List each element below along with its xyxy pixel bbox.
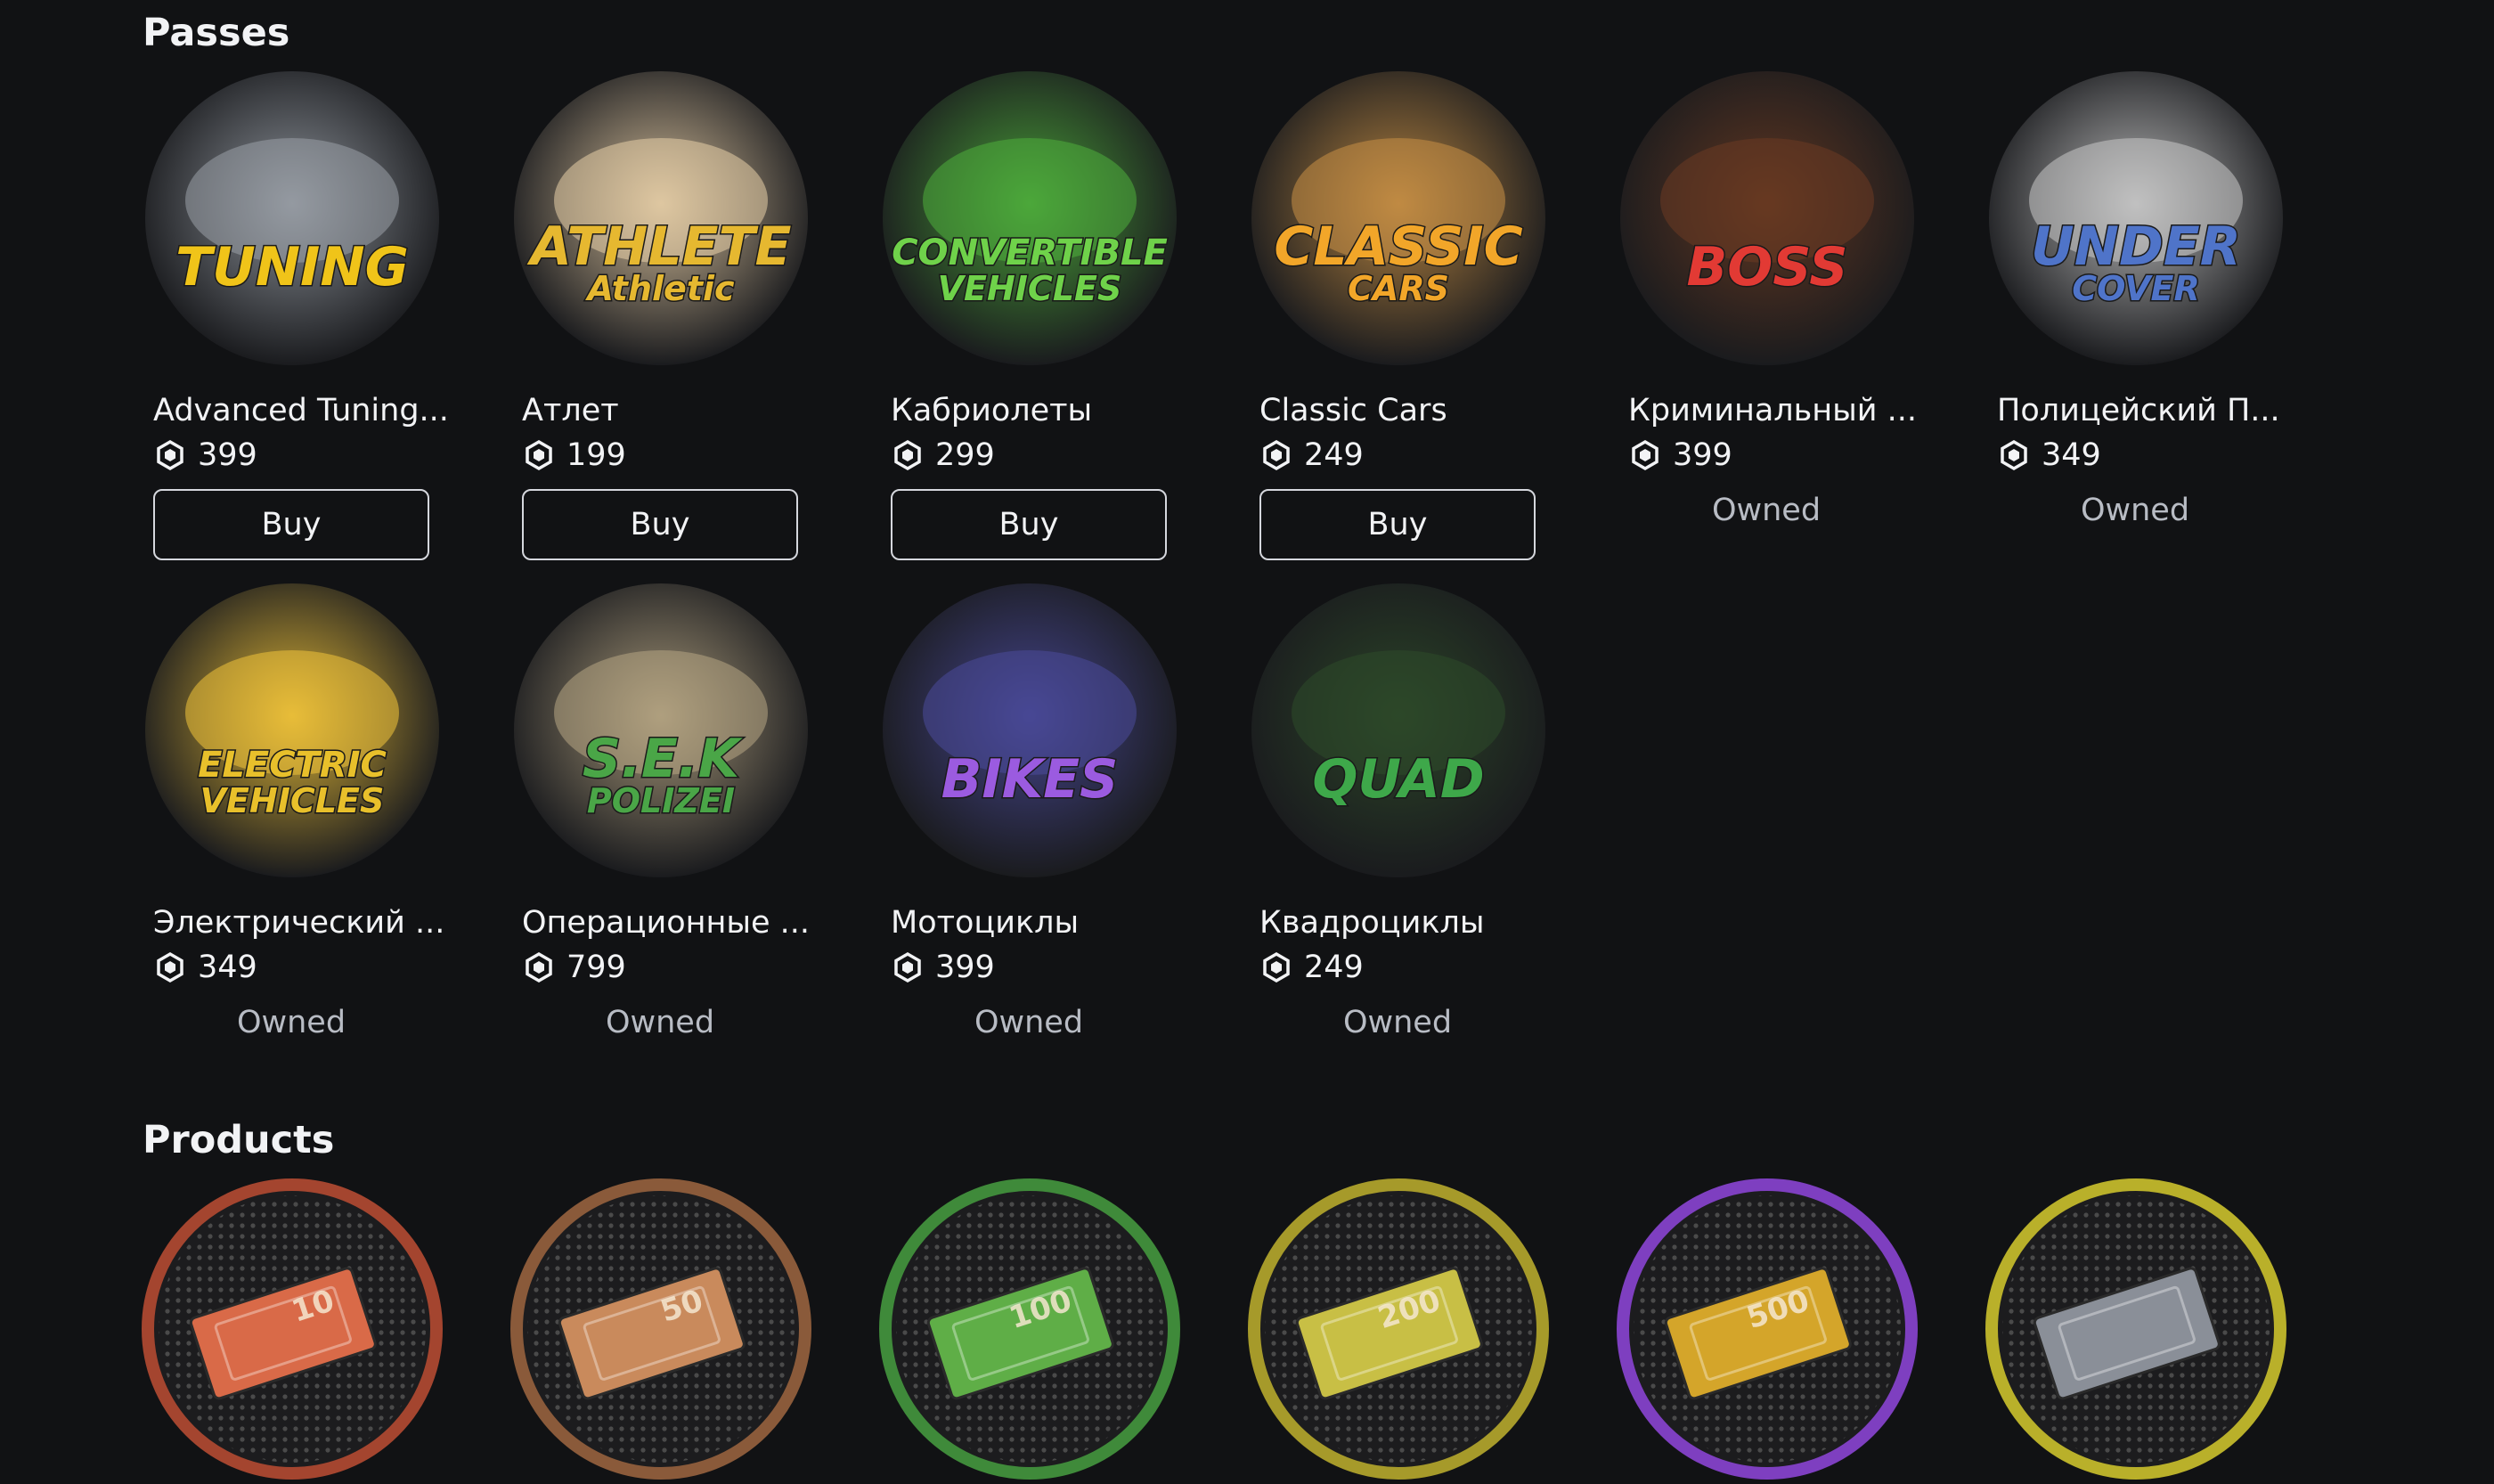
robux-icon	[2001, 440, 2027, 470]
pass-name[interactable]: Мотоциклы	[891, 905, 1185, 941]
product-card[interactable]: 100	[878, 1178, 1181, 1480]
pass-card[interactable]: ELECTRIC VEHICLES Электрический ... 349 Owne…	[141, 579, 444, 1040]
product-card[interactable]	[1985, 1178, 2287, 1480]
robux-icon	[526, 952, 552, 983]
pass-art-title: TUNING	[175, 236, 409, 298]
owned-label: Owned	[1342, 1005, 1453, 1040]
pass-art-subtitle: VEHICLES	[200, 781, 385, 820]
pass-art-subtitle: Athletic	[584, 269, 735, 308]
pass-name[interactable]: Classic Cars	[1259, 393, 1553, 428]
pass-price: 799	[524, 950, 812, 985]
price-value: 249	[1304, 437, 1364, 473]
pass-card[interactable]: BIKES Мотоциклы 399 Owned	[878, 579, 1181, 1040]
pass-art-subtitle: VEHICLES	[938, 269, 1122, 308]
pass-art-title: BIKES	[941, 748, 1119, 811]
buy-button[interactable]: Buy	[153, 489, 429, 560]
pass-card[interactable]: ATHLETE Athletic Атлет 199 Buy	[509, 67, 812, 560]
pass-price: 349	[155, 950, 444, 985]
robux-icon	[1632, 440, 1659, 470]
pass-card[interactable]: TUNING Advanced Tuning... 399 Buy	[141, 67, 447, 560]
pass-art-title: CONVERTIBLE	[892, 232, 1168, 273]
pass-name[interactable]: Криминальный ...	[1628, 393, 1922, 428]
pass-price: 399	[1630, 437, 1919, 473]
passes-title: Passes	[143, 11, 290, 55]
pass-name[interactable]: Электрический ...	[153, 905, 447, 941]
pass-card[interactable]: CONVERTIBLE VEHICLES Кабриолеты 299 Buy	[878, 67, 1181, 560]
product-card[interactable]: 10	[141, 1178, 444, 1480]
pass-art[interactable]: QUAD	[1247, 579, 1550, 882]
pass-art[interactable]: BIKES	[878, 579, 1181, 882]
pass-art-title: BOSS	[1686, 236, 1847, 298]
pass-name[interactable]: Квадроциклы	[1259, 905, 1553, 941]
product-art[interactable]: 200	[1247, 1178, 1550, 1480]
product-art[interactable]	[1985, 1178, 2287, 1480]
buy-button[interactable]: Buy	[522, 489, 798, 560]
robux-icon	[1263, 440, 1290, 470]
pass-name[interactable]: Полицейский П...	[1997, 393, 2291, 428]
pass-art[interactable]: ELECTRICVEHICLES	[141, 579, 444, 882]
price-value: 349	[198, 950, 257, 985]
pass-card[interactable]: S.E.K POLIZEI Операционные ... 799 Owned	[509, 579, 812, 1040]
price-value: 399	[198, 437, 257, 473]
pass-art-title: ELECTRIC	[198, 745, 387, 786]
product-art[interactable]: 50	[509, 1178, 812, 1480]
pass-art-subtitle: POLIZEI	[587, 781, 735, 820]
price-value: 799	[566, 950, 626, 985]
product-art[interactable]: 10	[141, 1178, 444, 1480]
pass-art[interactable]: CONVERTIBLEVEHICLES	[878, 67, 1181, 370]
pass-art-title: QUAD	[1312, 748, 1484, 811]
price-value: 299	[935, 437, 995, 473]
product-card[interactable]: 50	[509, 1178, 812, 1480]
price-value: 349	[2042, 437, 2101, 473]
owned-label: Owned	[605, 1005, 715, 1040]
robux-icon	[894, 440, 921, 470]
pass-price: 299	[892, 437, 1181, 473]
pass-art[interactable]: BOSS	[1616, 67, 1919, 370]
buy-button[interactable]: Buy	[891, 489, 1167, 560]
pass-art-subtitle: COVER	[2072, 269, 2199, 308]
product-card[interactable]: 200	[1247, 1178, 1550, 1480]
price-value: 399	[935, 950, 995, 985]
pass-art-subtitle: CARS	[1348, 269, 1449, 308]
product-art[interactable]: 500	[1616, 1178, 1919, 1480]
price-value: 249	[1304, 950, 1364, 985]
pass-name[interactable]: Advanced Tuning...	[153, 393, 447, 428]
buy-button[interactable]: Buy	[1259, 489, 1536, 560]
robux-icon	[157, 440, 183, 470]
owned-label: Owned	[1711, 493, 1822, 528]
products-title: Products	[143, 1118, 335, 1162]
pass-name[interactable]: Кабриолеты	[891, 393, 1185, 428]
robux-icon	[526, 440, 552, 470]
robux-icon	[157, 952, 183, 983]
pass-art[interactable]: UNDERCOVER	[1985, 67, 2287, 370]
pass-name[interactable]: Атлет	[522, 393, 816, 428]
owned-label: Owned	[236, 1005, 346, 1040]
pass-art[interactable]: CLASSICCARS	[1247, 67, 1550, 370]
owned-label: Owned	[2080, 493, 2190, 528]
pass-card[interactable]: BOSS Криминальный ... 399 Owned	[1616, 67, 1919, 528]
pass-price: 399	[155, 437, 444, 473]
pass-price: 249	[1261, 950, 1550, 985]
pass-price: 199	[524, 437, 812, 473]
price-value: 399	[1673, 437, 1732, 473]
owned-label: Owned	[974, 1005, 1084, 1040]
pass-name[interactable]: Операционные ...	[522, 905, 816, 941]
robux-icon	[894, 952, 921, 983]
pass-art[interactable]: S.E.KPOLIZEI	[509, 579, 812, 882]
pass-price: 249	[1261, 437, 1550, 473]
pass-card[interactable]: QUAD Квадроциклы 249 Owned	[1247, 579, 1550, 1040]
pass-price: 399	[892, 950, 1181, 985]
pass-card[interactable]: UNDER COVER Полицейский П... 349 Owned	[1985, 67, 2287, 528]
pass-art[interactable]: TUNING	[141, 67, 444, 370]
pass-card[interactable]: CLASSIC CARS Classic Cars 249 Buy	[1247, 67, 1550, 560]
pass-art[interactable]: ATHLETEAthletic	[509, 67, 812, 370]
robux-icon	[1263, 952, 1290, 983]
product-art[interactable]: 100	[878, 1178, 1181, 1480]
product-card[interactable]: 500	[1616, 1178, 1919, 1480]
price-value: 199	[566, 437, 626, 473]
pass-price: 349	[1999, 437, 2287, 473]
